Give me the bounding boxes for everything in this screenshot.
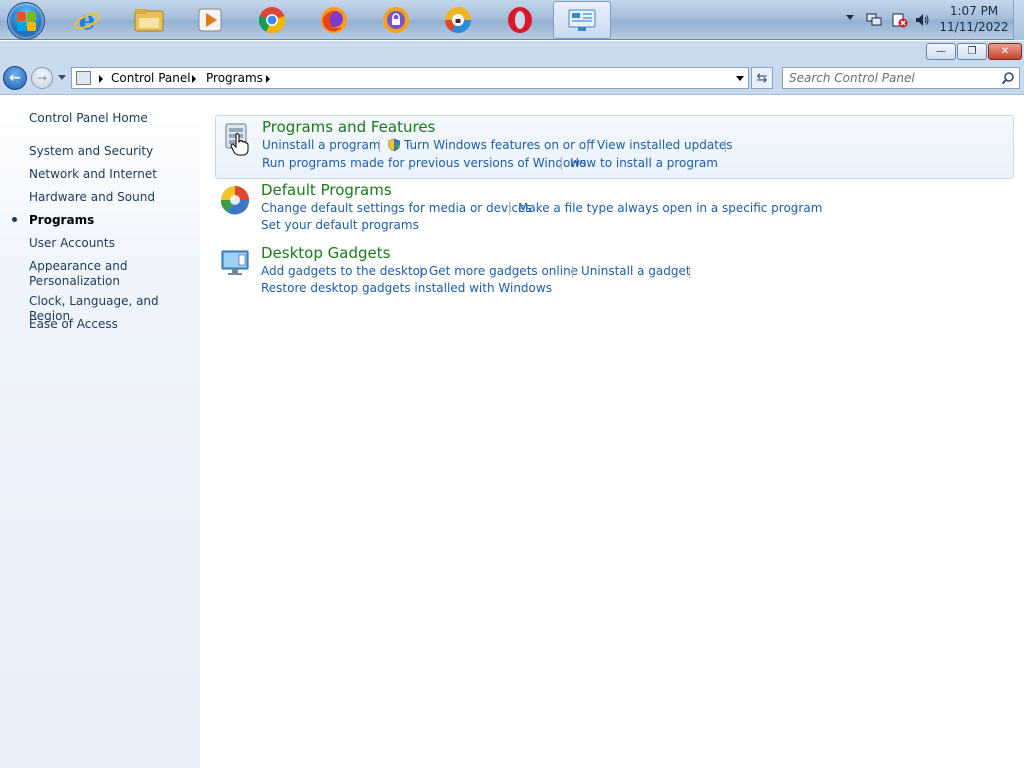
uac-shield-icon xyxy=(388,138,400,152)
link-separator xyxy=(587,140,588,152)
opera-icon xyxy=(508,7,532,33)
chrome-icon xyxy=(258,7,286,34)
link-separator xyxy=(509,203,510,215)
taskbar: e 1:07 PM 11/11/2022 xyxy=(0,0,1024,40)
address-history-dropdown[interactable] xyxy=(736,76,744,81)
recent-pages-dropdown[interactable] xyxy=(58,75,66,80)
taskbar-clock[interactable]: 1:07 PM 11/11/2022 xyxy=(938,3,1010,35)
breadcrumb-programs[interactable]: Programs xyxy=(206,71,263,85)
change-default-media-settings-link[interactable]: Change default settings for media or dev… xyxy=(261,201,532,215)
breadcrumb-control-panel[interactable]: Control Panel xyxy=(111,71,191,85)
window-controls: — ❐ ✕ xyxy=(925,43,1022,60)
sidebar-item-programs[interactable]: Programs xyxy=(29,213,197,228)
control-panel-icon xyxy=(568,9,596,31)
window-titlebar[interactable] xyxy=(0,41,1024,63)
minimize-button[interactable]: — xyxy=(926,43,956,60)
link-separator xyxy=(561,158,562,170)
hand-cursor-icon xyxy=(230,133,249,156)
taskbar-file-explorer[interactable] xyxy=(120,1,178,39)
windows-logo-icon xyxy=(17,12,37,32)
link-separator xyxy=(420,266,421,278)
network-icon[interactable] xyxy=(866,12,882,28)
default-programs-icon xyxy=(220,186,250,215)
breadcrumb-separator-icon[interactable] xyxy=(192,75,196,83)
run-older-programs-link[interactable]: Run programs made for previous versions … xyxy=(262,156,586,170)
folder-icon xyxy=(134,9,164,32)
restore-button[interactable]: ❐ xyxy=(957,43,987,60)
add-gadgets-link[interactable]: Add gadgets to the desktop xyxy=(261,264,428,278)
navigation-pane: Control Panel Home System and Security N… xyxy=(0,96,200,768)
taskbar-privacy-browser-2[interactable] xyxy=(429,1,487,39)
search-box[interactable] xyxy=(782,67,1020,89)
current-item-bullet-icon xyxy=(12,217,17,222)
default-programs-title[interactable]: Default Programs xyxy=(261,181,392,199)
arrow-left-icon: ← xyxy=(9,70,21,86)
search-icon[interactable] xyxy=(1001,71,1015,85)
desktop-gadgets-title[interactable]: Desktop Gadgets xyxy=(261,244,390,262)
desktop-gadgets-icon xyxy=(221,250,249,275)
taskbar-control-panel[interactable] xyxy=(553,1,611,39)
uninstall-gadget-link[interactable]: Uninstall a gadget xyxy=(581,264,691,278)
taskbar-chrome[interactable] xyxy=(243,1,301,39)
link-separator xyxy=(689,266,690,278)
link-separator xyxy=(795,203,796,215)
breadcrumb-separator-icon[interactable] xyxy=(99,75,103,83)
start-button[interactable] xyxy=(7,2,45,40)
restore-gadgets-link[interactable]: Restore desktop gadgets installed with W… xyxy=(261,281,552,295)
taskbar-opera[interactable] xyxy=(491,1,549,39)
taskbar-internet-explorer[interactable]: e xyxy=(58,1,116,39)
sidebar-control-panel-home[interactable]: Control Panel Home xyxy=(29,111,197,126)
close-button[interactable]: ✕ xyxy=(988,43,1022,60)
forward-button[interactable]: → xyxy=(31,67,53,89)
breadcrumb-separator-icon[interactable] xyxy=(266,75,270,83)
sidebar-item-appearance[interactable]: Appearance and Personalization xyxy=(29,259,129,289)
get-more-gadgets-link[interactable]: Get more gadgets online xyxy=(429,264,578,278)
refresh-icon: ⇆ xyxy=(756,70,768,86)
action-center-icon[interactable] xyxy=(892,12,908,28)
view-installed-updates-link[interactable]: View installed updates xyxy=(597,138,733,152)
search-input[interactable] xyxy=(783,68,993,88)
clock-date: 11/11/2022 xyxy=(939,20,1009,34)
refresh-button[interactable]: ⇆ xyxy=(751,67,773,89)
link-separator xyxy=(725,140,726,152)
taskbar-media-player[interactable] xyxy=(181,1,239,39)
turn-windows-features-link[interactable]: Turn Windows features on or off xyxy=(404,138,595,152)
category-programs-and-features: Programs and Features Uninstall a progra… xyxy=(215,115,1014,179)
taskbar-privacy-browser-1[interactable] xyxy=(367,1,425,39)
link-separator xyxy=(572,266,573,278)
taskbar-firefox[interactable] xyxy=(305,1,363,39)
how-to-install-program-link[interactable]: How to install a program xyxy=(570,156,718,170)
sidebar-item-user-accounts[interactable]: User Accounts xyxy=(29,236,197,251)
link-separator xyxy=(379,140,380,152)
lock-browser-icon xyxy=(383,7,409,33)
sidebar-item-ease-of-access[interactable]: Ease of Access xyxy=(29,317,197,332)
back-button[interactable]: ← xyxy=(3,66,27,90)
svg-text:e: e xyxy=(79,6,96,34)
firefox-icon xyxy=(321,7,347,33)
programs-and-features-title[interactable]: Programs and Features xyxy=(262,118,435,136)
arrow-right-icon: → xyxy=(36,71,48,85)
volume-icon[interactable] xyxy=(914,12,930,28)
internet-explorer-icon: e xyxy=(74,6,100,34)
show-hidden-icons-button[interactable] xyxy=(846,15,854,20)
file-type-association-link[interactable]: Make a file type always open in a specif… xyxy=(518,201,822,215)
category-default-programs: Default Programs Change default settings… xyxy=(215,180,1014,240)
address-bar[interactable]: Control Panel Programs xyxy=(71,67,749,89)
set-default-programs-link[interactable]: Set your default programs xyxy=(261,218,419,232)
lock-browser-icon xyxy=(444,7,472,34)
sidebar-item-hardware-and-sound[interactable]: Hardware and Sound xyxy=(29,190,197,205)
uninstall-program-link[interactable]: Uninstall a program xyxy=(262,138,381,152)
show-desktop-button[interactable] xyxy=(1013,0,1024,40)
clock-time: 1:07 PM xyxy=(949,4,999,18)
category-desktop-gadgets: Desktop Gadgets Add gadgets to the deskt… xyxy=(215,244,1014,304)
sidebar-item-system-and-security[interactable]: System and Security xyxy=(29,144,197,159)
sidebar-item-network-and-internet[interactable]: Network and Internet xyxy=(29,167,197,182)
control-panel-small-icon xyxy=(76,71,91,85)
media-player-icon xyxy=(198,8,222,32)
